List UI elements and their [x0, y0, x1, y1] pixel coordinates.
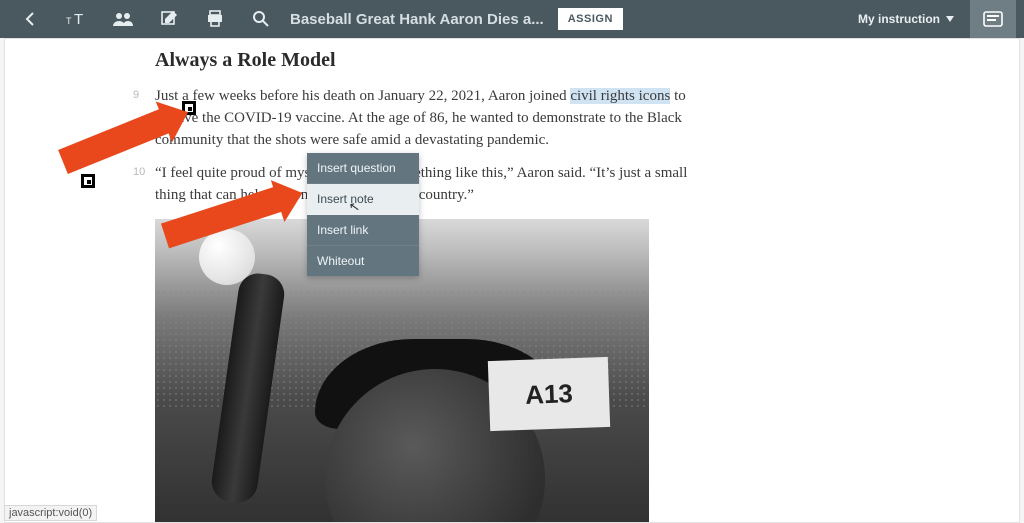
paragraph-text-pre: Just a few weeks before his death on Jan…	[155, 88, 570, 104]
back-icon[interactable]	[8, 0, 54, 38]
paragraph-number: 10	[133, 165, 145, 181]
notes-panel-icon[interactable]	[970, 0, 1016, 38]
assign-button[interactable]: ASSIGN	[558, 8, 623, 30]
context-menu: Insert question Insert note Insert link …	[307, 153, 419, 276]
paragraph-9[interactable]: 9 Just a few weeks before his death on J…	[155, 86, 715, 151]
paragraph-text: “I feel quite proud of myself for doing …	[155, 165, 687, 203]
people-icon[interactable]	[100, 0, 146, 38]
article-content: Always a Role Model 9 Just a few weeks b…	[155, 49, 715, 523]
annotation-marker[interactable]	[81, 174, 95, 188]
svg-text:T: T	[66, 16, 72, 26]
my-instruction-dropdown[interactable]: My instruction	[846, 12, 966, 26]
menu-insert-link[interactable]: Insert link	[307, 215, 419, 246]
top-toolbar: TT Baseball Great Hank Aaron Dies a... A…	[0, 0, 1024, 38]
menu-insert-note[interactable]: Insert note	[307, 184, 419, 215]
menu-whiteout[interactable]: Whiteout	[307, 246, 419, 276]
search-icon[interactable]	[238, 0, 284, 38]
menu-insert-question[interactable]: Insert question	[307, 153, 419, 184]
highlighted-text[interactable]: civil rights icons	[570, 88, 670, 104]
document-title: Baseball Great Hank Aaron Dies a...	[290, 11, 544, 28]
sign-text: A13	[488, 357, 610, 431]
text-size-icon[interactable]: TT	[54, 0, 100, 38]
paragraph-number: 9	[133, 88, 139, 104]
status-bar-link: javascript:void(0)	[4, 505, 97, 521]
section-heading: Always a Role Model	[155, 49, 715, 72]
my-instruction-label: My instruction	[858, 12, 940, 26]
edit-icon[interactable]	[146, 0, 192, 38]
chevron-down-icon	[946, 16, 954, 22]
document-page: Always a Role Model 9 Just a few weeks b…	[4, 38, 1020, 523]
svg-text:T: T	[74, 11, 83, 27]
print-icon[interactable]	[192, 0, 238, 38]
